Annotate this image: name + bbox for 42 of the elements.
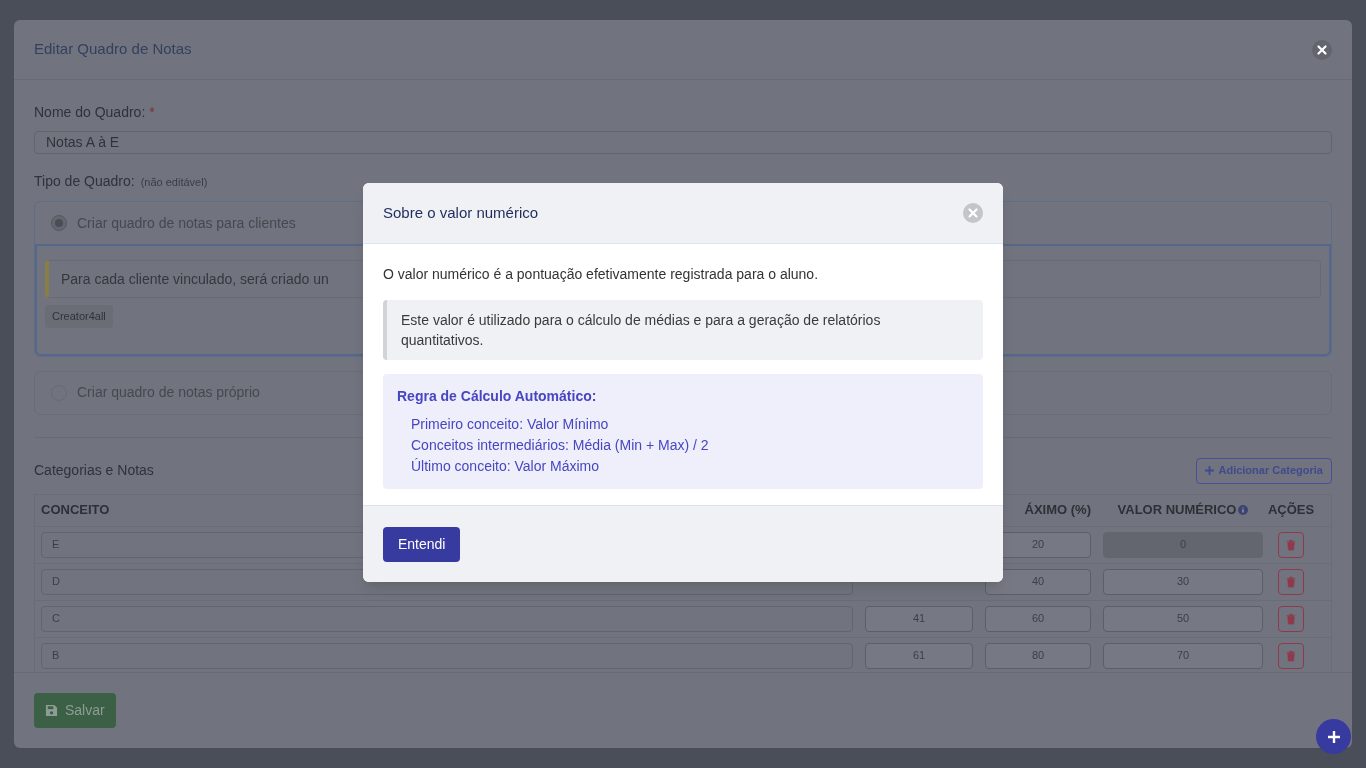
- name-field[interactable]: Notas A à E: [34, 131, 1332, 154]
- field-label: Tipo de Quadro:: [34, 172, 135, 191]
- close-icon[interactable]: [1312, 39, 1332, 60]
- plus-icon: [1327, 730, 1340, 743]
- note-text: Este valor é utilizado para o cálculo de médias e para a geração de relatórios quantitativos.: [401, 311, 882, 350]
- rule-line: Último conceito: Valor Máximo: [411, 457, 601, 476]
- window-title: Editar Quadro de Notas: [34, 39, 192, 60]
- trash-icon: [1286, 649, 1296, 662]
- intro-text: O valor numérico é a pontuação efetivamente registrada para o aluno.: [383, 265, 820, 284]
- confirm-button[interactable]: Entendi: [383, 526, 461, 562]
- column-header: VALOR NUMÉRICO: [1117, 501, 1237, 520]
- delete-button[interactable]: [1278, 531, 1304, 558]
- trash-icon: [1286, 538, 1296, 551]
- number-field[interactable]: 41: [865, 605, 973, 632]
- dialog-title: Sobre o valor numérico: [383, 202, 539, 223]
- rule-line: Primeiro conceito: Valor Mínimo: [411, 415, 610, 434]
- column-header: CONCEITO: [41, 501, 110, 520]
- column-header: AÇÕES: [1267, 501, 1315, 520]
- tag: Creator4all: [45, 305, 113, 328]
- delete-button[interactable]: [1278, 605, 1304, 632]
- number-field[interactable]: 70: [1103, 642, 1263, 669]
- rule-line: Conceitos intermediários: Média (Min + Max) / 2: [411, 436, 710, 455]
- number-field[interactable]: 30: [1103, 568, 1263, 595]
- trash-icon: [1286, 612, 1296, 625]
- number-field[interactable]: 61: [865, 642, 973, 669]
- required-mark: *: [149, 103, 155, 122]
- notice-text: Para cada cliente vinculado, será criado un: [61, 269, 329, 289]
- plus-icon: [1205, 466, 1215, 475]
- column-header: ÁXIMO (%): [1024, 501, 1091, 520]
- number-field[interactable]: 40: [985, 568, 1091, 595]
- number-field[interactable]: 80: [985, 642, 1091, 669]
- delete-button[interactable]: [1278, 568, 1304, 595]
- field-hint: (não editável): [140, 175, 208, 190]
- trash-icon: [1286, 575, 1296, 588]
- field-label: Nome do Quadro:: [34, 103, 146, 122]
- radio-button[interactable]: [51, 215, 67, 231]
- delete-button[interactable]: [1278, 642, 1304, 669]
- number-field[interactable]: 50: [1103, 605, 1263, 632]
- concept-field[interactable]: B: [41, 642, 853, 669]
- rule-title: Regra de Cálculo Automático:: [397, 387, 598, 406]
- save-button[interactable]: Salvar: [34, 693, 116, 728]
- section-title: Categorias e Notas: [34, 461, 154, 480]
